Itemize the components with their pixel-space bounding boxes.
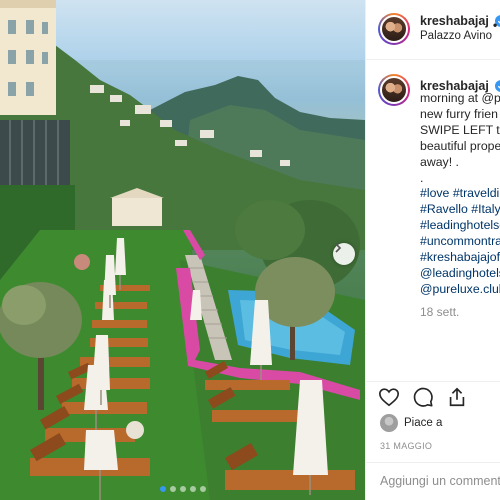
post-header: kreshabajaj • Palazzo Avino xyxy=(366,0,500,60)
caption-line[interactable]: #kreshabajajoff xyxy=(420,250,500,266)
carousel-dot xyxy=(189,486,196,492)
carousel-dot xyxy=(179,486,186,492)
action-bar xyxy=(366,381,500,411)
liked-by-avatar[interactable] xyxy=(380,414,398,432)
carousel-indicator xyxy=(0,486,365,492)
carousel-dot xyxy=(199,486,206,492)
caption-line[interactable]: #leadinghotelsc xyxy=(420,218,500,234)
caption-line[interactable]: #Ravello #Italy xyxy=(420,202,500,218)
chevron-right-icon xyxy=(335,243,342,253)
avatar[interactable] xyxy=(378,13,410,45)
header-separator: • xyxy=(493,18,498,32)
caption-line: morning at @p xyxy=(420,91,500,105)
next-photo-button[interactable] xyxy=(333,243,355,265)
caption-line[interactable]: @leadinghotels xyxy=(420,266,500,282)
username-link[interactable]: kreshabajaj xyxy=(420,14,500,28)
likes-text[interactable]: Piace a xyxy=(404,417,442,429)
post-photo[interactable] xyxy=(0,0,365,500)
caption-text: morning at @p new furry frien SWIPE LEFT t… xyxy=(420,91,500,298)
comment-input[interactable] xyxy=(380,474,500,488)
post-date: 31 MAGGIO xyxy=(380,441,433,451)
caption-line: SWIPE LEFT to s xyxy=(420,122,500,137)
share-icon[interactable] xyxy=(446,386,468,408)
username-text: kreshabajaj xyxy=(420,14,489,28)
caption-line: away! . xyxy=(420,154,459,169)
caption-line: beautiful prope xyxy=(420,138,500,153)
caption-line: . xyxy=(420,170,424,185)
carousel-dot xyxy=(159,486,166,492)
hotel-terrace-photo xyxy=(0,0,365,500)
carousel-dot xyxy=(169,486,176,492)
post-sidebar: kreshabajaj • Palazzo Avino kreshabajaj … xyxy=(365,0,500,500)
location-link[interactable]: Palazzo Avino xyxy=(420,30,492,42)
caption-line[interactable]: @pureluxe.club xyxy=(420,282,500,298)
comment-time: 18 sett. xyxy=(420,305,460,319)
caption-line[interactable]: #love #traveldi xyxy=(420,186,500,202)
comment-icon[interactable] xyxy=(412,386,434,408)
avatar[interactable] xyxy=(378,74,410,106)
heart-icon[interactable] xyxy=(378,386,400,408)
caption-line[interactable]: #uncommontra xyxy=(420,234,500,250)
caption-line: new furry frien xyxy=(420,106,498,121)
comment-box xyxy=(366,462,500,500)
caption-block: kreshabajaj morning at @p new furry frien… xyxy=(366,61,500,381)
